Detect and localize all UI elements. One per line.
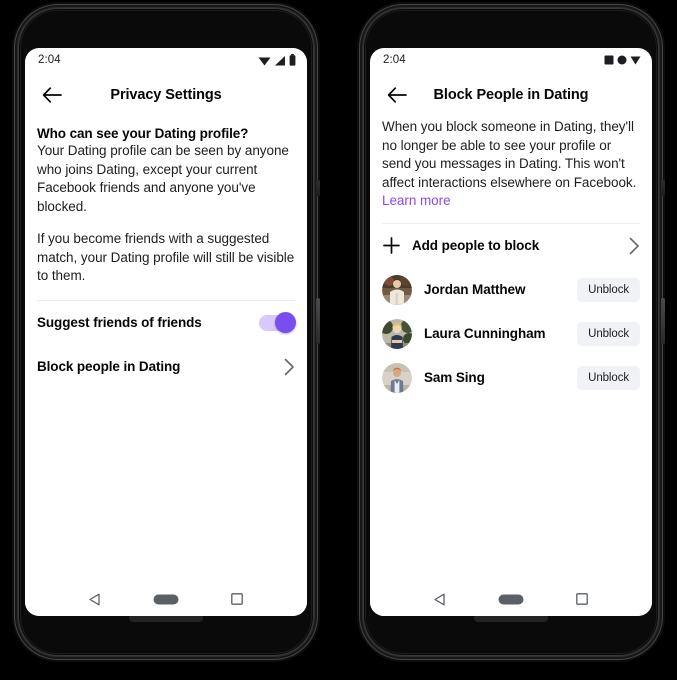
square-icon xyxy=(604,55,614,65)
wifi-icon xyxy=(258,55,271,66)
toggle-knob xyxy=(275,312,296,333)
row-label: Suggest friends of friends xyxy=(37,315,202,330)
nav-recents-square-icon[interactable] xyxy=(222,586,252,612)
section-title: Who can see your Dating profile? xyxy=(37,126,249,141)
page-title: Privacy Settings xyxy=(110,87,222,103)
signal-icon xyxy=(274,55,286,66)
person-name: Sam Sing xyxy=(424,370,485,385)
page-title: Block People in Dating xyxy=(433,87,589,103)
circle-icon xyxy=(617,55,627,65)
row-suggest-friends-of-friends[interactable]: Suggest friends of friends xyxy=(37,301,296,345)
person-name: Jordan Matthew xyxy=(424,282,526,297)
avatar xyxy=(382,362,412,393)
phone-device-left: 2:04 Privacy Settings Who can see your D… xyxy=(18,8,320,656)
phone-device-right: 2:04 Block People in Dating When you blo… xyxy=(363,8,665,656)
description-paragraph-1: Your Dating profile can be seen by anyon… xyxy=(37,143,289,214)
back-arrow-icon[interactable] xyxy=(39,82,65,108)
volume-button[interactable] xyxy=(316,180,320,196)
battery-icon xyxy=(289,54,296,66)
app-bar: Block People in Dating xyxy=(370,72,652,118)
android-nav-bar xyxy=(370,582,652,616)
phone-screen-privacy-settings: 2:04 Privacy Settings Who can see your D… xyxy=(25,48,307,616)
learn-more-link[interactable]: Learn more xyxy=(382,192,451,211)
add-people-label: Add people to block xyxy=(412,238,540,253)
avatar xyxy=(382,318,412,349)
nav-back-triangle-icon[interactable] xyxy=(425,586,455,612)
row-block-people-in-dating[interactable]: Block people in Dating xyxy=(37,345,295,389)
status-bar: 2:04 xyxy=(25,48,307,72)
power-button[interactable] xyxy=(316,298,320,344)
android-nav-bar xyxy=(25,582,307,616)
block-people-content: When you block someone in Dating, they'l… xyxy=(370,118,652,582)
phone-screen-block-people: 2:04 Block People in Dating When you blo… xyxy=(370,48,652,616)
status-time: 2:04 xyxy=(38,54,61,66)
settings-content: Who can see your Dating profile? Your Da… xyxy=(25,118,307,582)
chevron-right-icon xyxy=(629,237,640,255)
unblock-button[interactable]: Unblock xyxy=(577,365,640,390)
status-bar: 2:04 xyxy=(370,48,652,72)
volume-button[interactable] xyxy=(661,180,665,196)
triangle-icon xyxy=(630,55,641,65)
description-paragraph-2: If you become friends with a suggested m… xyxy=(37,231,295,283)
status-time: 2:04 xyxy=(383,54,406,66)
plus-icon xyxy=(382,237,400,255)
nav-recents-square-icon[interactable] xyxy=(567,586,597,612)
description-paragraph-1: When you block someone in Dating, they'l… xyxy=(382,119,637,190)
blocked-person-row: Jordan Matthew Unblock xyxy=(382,268,640,312)
nav-home-pill-icon[interactable] xyxy=(151,586,181,612)
unblock-button[interactable]: Unblock xyxy=(577,277,640,302)
blocked-person-row: Sam Sing Unblock xyxy=(382,356,640,400)
power-button[interactable] xyxy=(661,298,665,344)
chevron-right-icon xyxy=(284,358,295,376)
blocked-person-row: Laura Cunningham Unblock xyxy=(382,312,640,356)
unblock-button[interactable]: Unblock xyxy=(577,321,640,346)
person-name: Laura Cunningham xyxy=(424,326,546,341)
add-people-to-block-row[interactable]: Add people to block xyxy=(382,224,640,268)
avatar xyxy=(382,274,412,305)
status-icons xyxy=(258,54,296,66)
status-icons xyxy=(604,55,641,65)
app-bar: Privacy Settings xyxy=(25,72,307,118)
nav-back-triangle-icon[interactable] xyxy=(80,586,110,612)
nav-home-pill-icon[interactable] xyxy=(496,586,526,612)
back-arrow-icon[interactable] xyxy=(384,82,410,108)
row-label: Block people in Dating xyxy=(37,359,181,374)
suggest-friends-toggle[interactable] xyxy=(259,312,296,333)
